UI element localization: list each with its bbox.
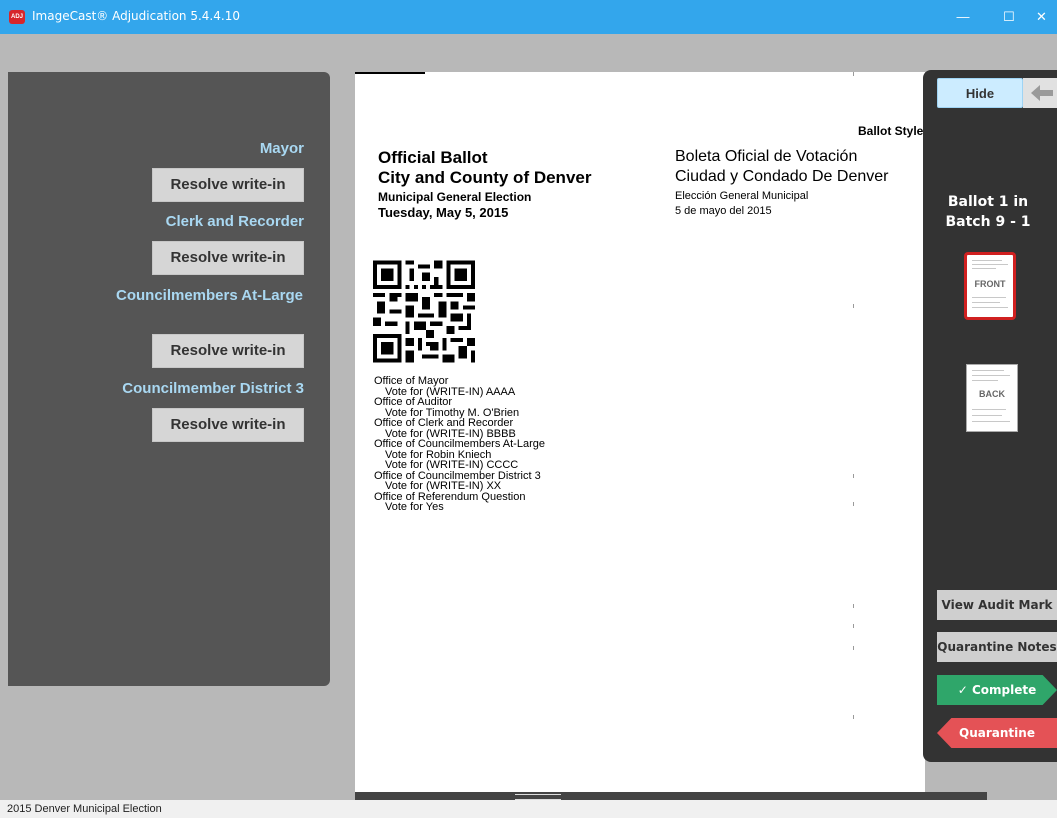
ballot-title-es: Boleta Oficial de Votación — [675, 148, 858, 165]
batch-label: Batch 9 - 1 — [945, 214, 1031, 230]
splitter-bar[interactable] — [355, 792, 987, 800]
vote-selection: Vote for Yes — [385, 501, 444, 513]
ballot-timing-mark — [853, 474, 854, 478]
ballot-timing-mark — [853, 304, 854, 308]
ballot-image[interactable]: Ballot Style Official Ballot City and Co… — [355, 72, 925, 792]
write-in-contests-panel: Mayor Resolve write-in Clerk and Recorde… — [8, 72, 330, 686]
vote-office: Office of Mayor — [374, 375, 449, 387]
hide-button[interactable]: Hide — [937, 78, 1023, 108]
back-page-thumbnail[interactable]: BACK — [966, 364, 1018, 432]
ballot-jurisdiction-es: Ciudad y Condado De Denver — [675, 168, 889, 185]
close-button[interactable]: ✕ — [1026, 0, 1057, 34]
resolve-write-in-clerk-button[interactable]: Resolve write-in — [152, 241, 304, 275]
minimize-button[interactable]: — — [940, 0, 986, 34]
resolve-write-in-mayor-button[interactable]: Resolve write-in — [152, 168, 304, 202]
window-title: ImageCast® Adjudication 5.4.4.10 — [32, 9, 240, 23]
ballot-timing-mark — [853, 72, 854, 76]
contest-title-clerk-recorder: Clerk and Recorder — [165, 213, 304, 230]
ballot-date-es: 5 de mayo del 2015 — [675, 205, 772, 217]
front-page-thumbnail[interactable]: FRONT — [964, 252, 1016, 320]
resolve-write-in-at-large-button[interactable]: Resolve write-in — [152, 334, 304, 368]
app-icon: ADJ — [9, 10, 25, 24]
resolve-write-in-district-3-button[interactable]: Resolve write-in — [152, 408, 304, 442]
ballot-navigation-panel: Hide Ballot 1 in Batch 9 - 1 FRONT BACK … — [923, 70, 1057, 762]
arrow-left-icon[interactable] — [1023, 78, 1057, 108]
ballot-timing-mark — [853, 715, 854, 719]
status-bar: 2015 Denver Municipal Election — [0, 800, 1057, 818]
contest-title-councilmember-district-3: Councilmember District 3 — [122, 380, 304, 397]
front-label: FRONT — [974, 279, 1006, 289]
vote-selection: Vote for (WRITE-IN) CCCC — [385, 459, 519, 471]
ballot-timing-mark — [853, 624, 854, 628]
ballot-style-label: Ballot Style — [858, 124, 924, 138]
ballot-election-es: Elección General Municipal — [675, 190, 809, 202]
vote-office: Office of Clerk and Recorder — [374, 417, 514, 429]
title-bar: ADJ ImageCast® Adjudication 5.4.4.10 — ☐… — [0, 0, 1057, 34]
vote-office: Office of Auditor — [374, 396, 453, 408]
ballot-jurisdiction-en: City and County of Denver — [378, 168, 592, 187]
election-name: 2015 Denver Municipal Election — [7, 803, 162, 815]
quarantine-notes-button[interactable]: Quarantine Notes — [937, 632, 1057, 662]
ballot-timing-mark — [853, 646, 854, 650]
ballot-timing-mark — [853, 502, 854, 506]
vote-office: Office of Councilmembers At-Large — [374, 438, 545, 450]
ballot-index-label: Ballot 1 in — [947, 194, 1029, 210]
contest-title-mayor: Mayor — [259, 140, 304, 157]
qr-code-icon — [373, 260, 475, 363]
view-audit-mark-button[interactable]: View Audit Mark — [937, 590, 1057, 620]
ballot-election-en: Municipal General Election — [378, 190, 532, 204]
ballot-timing-mark — [853, 604, 854, 608]
vote-selection: Vote for (WRITE-IN) XX — [385, 480, 502, 492]
ballot-title-en: Official Ballot — [378, 148, 488, 167]
quarantine-button[interactable]: Quarantine — [937, 718, 1057, 748]
complete-button[interactable]: ✓ Complete — [937, 675, 1057, 705]
contest-title-councilmembers-at-large: Councilmembers At-Large — [116, 287, 303, 304]
back-label: BACK — [979, 389, 1005, 399]
ballot-edge-mark — [355, 72, 425, 74]
ballot-vote-summary: Office of Mayor Vote for (WRITE-IN) AAAA… — [374, 376, 674, 513]
ballot-date-en: Tuesday, May 5, 2015 — [378, 205, 509, 220]
